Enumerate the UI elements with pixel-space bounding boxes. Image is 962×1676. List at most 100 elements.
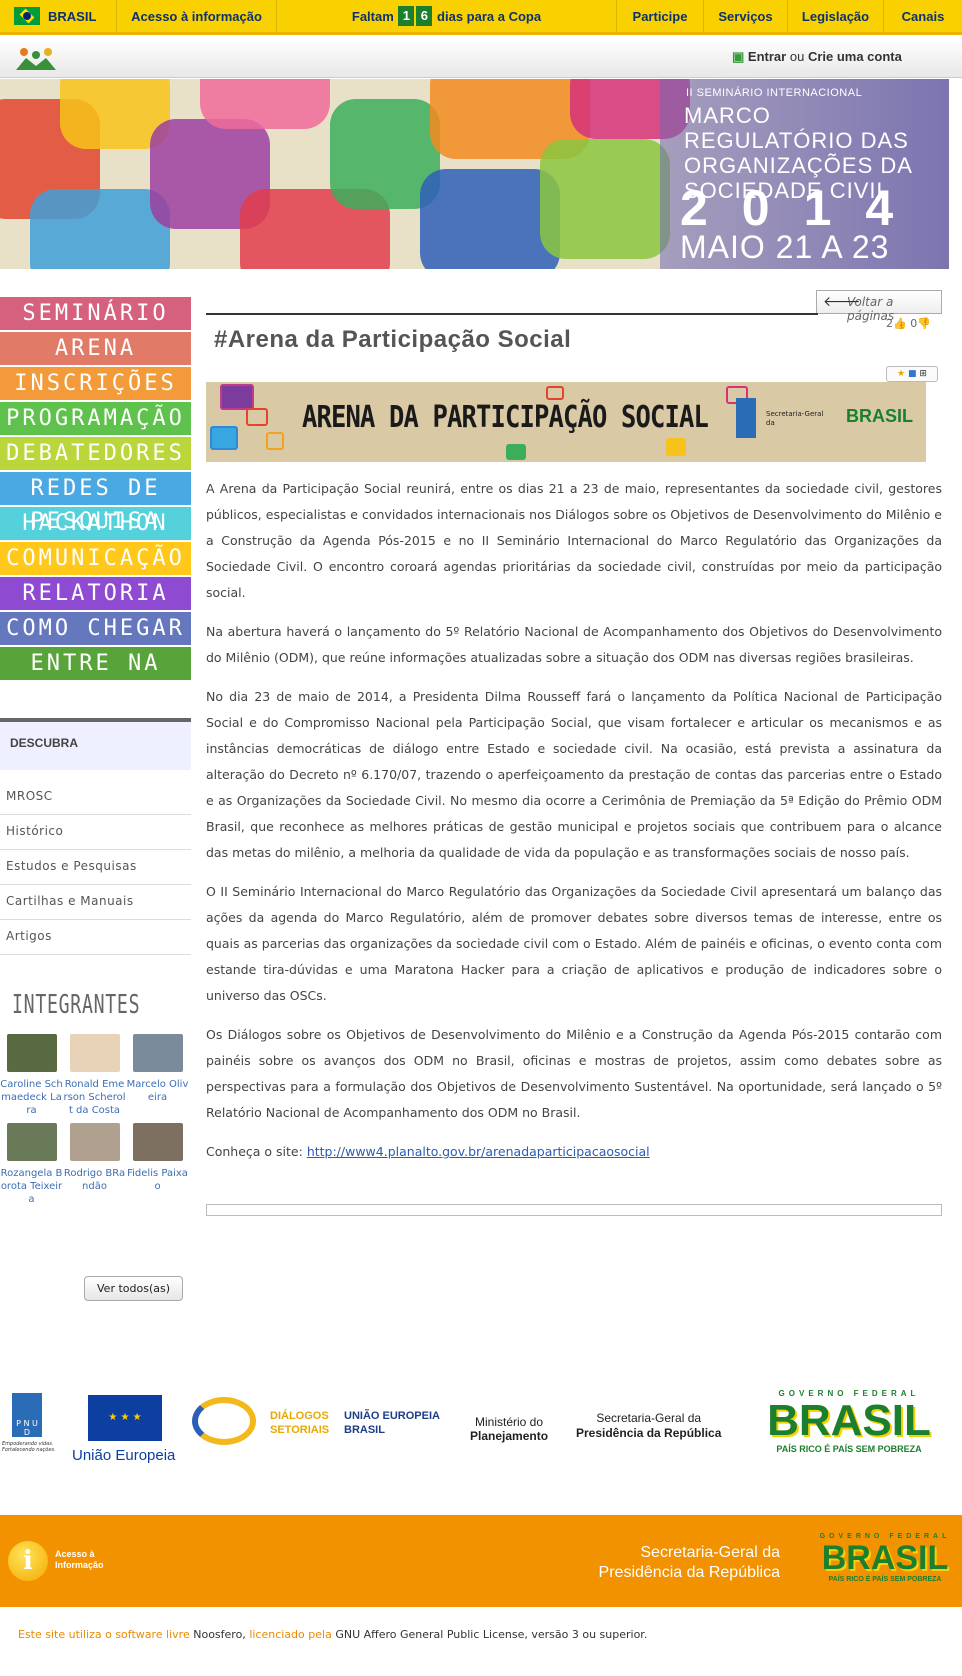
legislacao-link[interactable]: Legislação	[788, 0, 884, 32]
noosfero-link[interactable]: Noosfero,	[193, 1628, 246, 1641]
pnud-logo: P N U D	[12, 1393, 42, 1437]
banner-text-panel: II SEMINÁRIO INTERNACIONAL MARCO REGULAT…	[660, 79, 949, 269]
bubble-shape	[506, 444, 526, 460]
participe-link[interactable]: Participe	[617, 0, 704, 32]
crie-conta-link[interactable]: Crie uma conta	[808, 49, 902, 64]
acesso-informacao-link[interactable]: Acesso à informação	[117, 0, 277, 32]
eu-flag-icon: ★ ★ ★	[88, 1395, 162, 1441]
bubble-shape	[266, 432, 284, 450]
bubble-shape	[200, 79, 330, 129]
descubra-links: MROSC Histórico Estudos e Pesquisas Cartilh…	[0, 780, 191, 955]
menu-item-semin-rio[interactable]: Seminário	[0, 297, 191, 330]
countdown-digit: 6	[416, 6, 433, 26]
side-link[interactable]: Artigos	[0, 920, 191, 955]
brazil-flag-icon	[14, 7, 40, 25]
menu-item-inscri-es[interactable]: Inscrições	[0, 367, 191, 400]
pnud-tagline: Empoderando vidas. Fortalecendo nações.	[2, 1441, 56, 1453]
bubble-shape	[666, 438, 686, 456]
members-grid: Caroline Schmaedeck Lara Ronald Emerson S…	[0, 1034, 191, 1212]
member-card[interactable]: Fidelis Paixao	[126, 1123, 189, 1206]
site-logo-icon[interactable]	[14, 46, 58, 72]
bubble-shape	[220, 384, 254, 410]
acesso-informacao-icon[interactable]: i	[8, 1541, 48, 1581]
entrar-link[interactable]: Entrar	[748, 49, 786, 64]
bubble-shape	[420, 169, 560, 269]
secretaria-logo: Secretaria-Geral da	[766, 410, 824, 427]
member-card[interactable]: Caroline Schmaedeck Lara	[0, 1034, 63, 1117]
site-paragraph: Conheça o site: http://www4.planalto.gov…	[206, 1144, 650, 1159]
menu-item-comunica-o[interactable]: Comunicação	[0, 542, 191, 575]
menu-item-entre-na-comunidade[interactable]: Entre na Comunidade	[0, 647, 191, 709]
paragraph: Na abertura haverá o lançamento do 5º Re…	[206, 624, 942, 665]
menu-item-redes-de-pesquisa[interactable]: Redes de Pesquisa	[0, 472, 191, 534]
menu-item-arena[interactable]: Arena	[0, 332, 191, 365]
bubble-shape	[246, 408, 268, 426]
page-title: #Arena da Participação Social	[214, 326, 572, 353]
site-link[interactable]: http://www4.planalto.gov.br/arenadaparti…	[307, 1144, 650, 1159]
avatar[interactable]	[6, 1034, 57, 1072]
article-body: A Arena da Participação Social reunirá, …	[206, 476, 942, 1178]
gpl-link[interactable]: GNU Affero General Public License, versã…	[335, 1628, 647, 1641]
site-footer: i Acesso à Informação Secretaria-Geral da…	[0, 1515, 962, 1607]
gov-bar: BRASIL Acesso à informação Faltam 16 dia…	[0, 0, 962, 35]
canais-link[interactable]: Canais	[884, 0, 962, 32]
member-name[interactable]: Caroline Schmaedeck Lara	[0, 1078, 63, 1117]
avatar[interactable]	[69, 1034, 120, 1072]
menu-item-programa-o[interactable]: Programação	[0, 402, 191, 435]
footer-brasil-logo: GOVERNO FEDERAL BRASIL PAÍS RICO É PAÍS …	[819, 1533, 951, 1583]
delicious-icon[interactable]: ■	[908, 369, 917, 379]
member-name[interactable]: Fidelis Paixao	[126, 1167, 189, 1193]
ministerio-logo: Ministério do Planejamento	[470, 1415, 549, 1443]
menu-item-relatoria[interactable]: Relatoria	[0, 577, 191, 610]
member-name[interactable]: Marcelo Oliveira	[126, 1078, 189, 1104]
ver-todos-button[interactable]: Ver todos(as)	[84, 1276, 183, 1301]
member-card[interactable]: Ronald Emerson Scherolt da Costa	[63, 1034, 126, 1117]
site-topbar: ▣ Entrar ou Crie uma conta	[0, 38, 962, 78]
member-name[interactable]: Rozangela Borota Teixeira	[0, 1167, 63, 1206]
side-link[interactable]: Estudos e Pesquisas	[0, 850, 191, 885]
brasil-logo: BRASIL	[846, 406, 913, 426]
ue-label: União Europeia	[72, 1447, 176, 1464]
side-link[interactable]: MROSC	[0, 780, 191, 815]
share-icons[interactable]: ★ ■ ⊞	[886, 366, 938, 382]
member-card[interactable]: Rozangela Borota Teixeira	[0, 1123, 63, 1206]
integrantes-title: INTEGRANTES	[12, 990, 141, 1020]
paragraph: O II Seminário Internacional do Marco Re…	[206, 884, 942, 1003]
avatar[interactable]	[132, 1123, 183, 1161]
secretaria-logo: Secretaria-Geral da Presidência da Repúbl…	[576, 1411, 722, 1440]
member-card[interactable]: Marcelo Oliveira	[126, 1034, 189, 1117]
menu-item-hackathon[interactable]: Hackathon	[0, 507, 191, 540]
bubble-shape	[546, 386, 564, 400]
brasil-link[interactable]: BRASIL	[0, 0, 117, 32]
bubble-shape	[540, 139, 670, 259]
avatar[interactable]	[69, 1123, 120, 1161]
seminar-banner: II SEMINÁRIO INTERNACIONAL MARCO REGULAT…	[0, 79, 949, 269]
paragraph: A Arena da Participação Social reunirá, …	[206, 481, 942, 600]
login-icon: ▣	[732, 49, 745, 64]
member-card[interactable]: Rodrigo BRandão	[63, 1123, 126, 1206]
thumbs-down-icon[interactable]: 👎	[917, 317, 931, 330]
title-rule	[206, 313, 818, 315]
menu-item-como-chegar[interactable]: Como Chegar	[0, 612, 191, 645]
star-icon[interactable]: ★	[897, 369, 905, 379]
menu-item-debatedores[interactable]: Debatedores	[0, 437, 191, 470]
servicos-link[interactable]: Serviços	[704, 0, 788, 32]
section-menu: Seminário Arena Inscrições Programação Debat…	[0, 297, 191, 709]
paragraph: Os Diálogos sobre os Objetivos de Desenv…	[206, 1027, 942, 1120]
member-name[interactable]: Rodrigo BRandão	[63, 1167, 126, 1193]
paragraph: No dia 23 de maio de 2014, a Presidenta …	[206, 689, 942, 860]
vote-area: 2👍 0👎	[886, 317, 931, 330]
avatar[interactable]	[6, 1123, 57, 1161]
acesso-informacao-label[interactable]: Acesso à Informação	[55, 1549, 104, 1571]
votes-up-count: 2	[886, 317, 893, 330]
share-icon[interactable]: ⊞	[919, 369, 927, 379]
pnud-icon	[736, 398, 756, 438]
thumbs-up-icon[interactable]: 👍	[893, 317, 907, 330]
secretaria-geral-label: Secretaria-Geral da Presidência da Repúbl…	[598, 1544, 780, 1581]
side-link[interactable]: Cartilhas e Manuais	[0, 885, 191, 920]
member-name[interactable]: Ronald Emerson Scherolt da Costa	[63, 1078, 126, 1117]
voltar-button[interactable]: Voltar a páginas	[816, 290, 942, 323]
gov-federal-logo: GOVERNO FEDERAL BRASIL PAÍS RICO É PAÍS …	[767, 1389, 931, 1454]
avatar[interactable]	[132, 1034, 183, 1072]
side-link[interactable]: Histórico	[0, 815, 191, 850]
